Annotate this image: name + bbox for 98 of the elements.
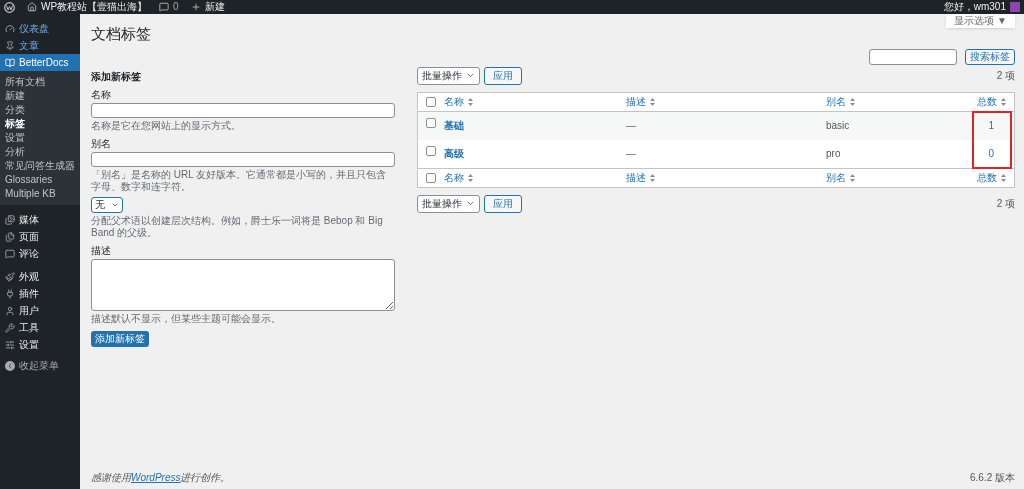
- column-header[interactable]: 别名: [826, 94, 846, 109]
- add-tag-button[interactable]: 添加新标签: [91, 330, 149, 347]
- greeting-link[interactable]: 您好，wm301: [943, 2, 1006, 12]
- checkbox[interactable]: [426, 145, 436, 156]
- comment-icon: [159, 2, 170, 12]
- tag-name-link[interactable]: 高级: [444, 147, 464, 159]
- sort-icon: [850, 97, 855, 106]
- bulk-action-select[interactable]: 批量操作: [417, 194, 480, 213]
- page-title: 文档标签: [91, 24, 152, 44]
- new-link[interactable]: 新建: [204, 2, 225, 12]
- sort-icon: [650, 173, 655, 182]
- bulk-action-select[interactable]: 批量操作: [417, 66, 480, 85]
- sidebar-item[interactable]: 仪表盘: [0, 20, 80, 37]
- plus-icon: [190, 2, 201, 12]
- description-field[interactable]: [91, 258, 395, 311]
- caret-icon: [466, 71, 475, 80]
- logo-icon[interactable]: [4, 1, 15, 13]
- submenu-item[interactable]: 分析: [0, 145, 80, 159]
- submenu-item[interactable]: 分类: [0, 103, 80, 117]
- search-button[interactable]: 搜索标签: [965, 48, 1015, 65]
- column-header[interactable]: 总数: [977, 94, 997, 109]
- sort-icon: [468, 173, 473, 182]
- wordpress-link[interactable]: WordPress: [131, 472, 181, 483]
- sidebar-item[interactable]: 媒体: [0, 211, 80, 228]
- column-header[interactable]: 名称: [444, 170, 464, 185]
- submenu-item[interactable]: Glossaries: [0, 173, 80, 187]
- sidebar-item[interactable]: BetterDocs: [0, 54, 80, 71]
- pin-icon: [5, 40, 15, 51]
- version-text: 6.6.2 版本: [969, 471, 1015, 485]
- apply-button[interactable]: 应用: [484, 66, 522, 85]
- field-hint: 描述默认不显示，但某些主题可能会显示。: [91, 312, 282, 325]
- field-label: 名称: [91, 87, 112, 102]
- count-link[interactable]: 1: [988, 117, 994, 133]
- table-cell: —: [626, 119, 636, 131]
- tag-name-link[interactable]: 基础: [444, 119, 464, 131]
- collapse-menu-link[interactable]: 收起菜单: [19, 358, 59, 373]
- field-label: 描述: [91, 243, 112, 258]
- checkbox[interactable]: [426, 172, 436, 183]
- sort-icon: [1001, 173, 1006, 182]
- highlight-box: [972, 110, 1012, 169]
- parent-select[interactable]: 无: [91, 196, 123, 213]
- footer-text: 感谢使用WordPress进行创作。: [91, 471, 231, 485]
- field-hint: 分配父术语以创建层次结构。例如，爵士乐一词将是 Bebop 和 Big Band 的父级。: [91, 214, 384, 239]
- sliders-icon: [5, 339, 15, 350]
- paintbrush-icon: [5, 271, 15, 282]
- item-count: 2 项: [996, 69, 1015, 83]
- checkbox[interactable]: [426, 96, 436, 107]
- collapse-icon: [5, 360, 15, 371]
- comment-count[interactable]: 0: [173, 2, 179, 12]
- text-field[interactable]: [91, 102, 395, 118]
- item-count: 2 项: [996, 197, 1015, 211]
- submenu-item[interactable]: 设置: [0, 131, 80, 145]
- wrench-icon: [5, 322, 15, 333]
- field-label: 别名: [91, 136, 112, 151]
- table-cell: pro: [826, 147, 841, 159]
- user-icon: [5, 305, 15, 316]
- sort-icon: [850, 173, 855, 182]
- sidebar-item[interactable]: 设置: [0, 336, 80, 353]
- submenu-item[interactable]: 新建: [0, 89, 80, 103]
- sidebar-item[interactable]: 插件: [0, 285, 80, 302]
- screen-options-button[interactable]: 显示选项 ▼: [946, 14, 1015, 28]
- sidebar-item[interactable]: 评论: [0, 245, 80, 262]
- search-field[interactable]: [869, 48, 957, 65]
- sidebar-item[interactable]: 文章: [0, 37, 80, 54]
- book-icon: [5, 57, 15, 68]
- field-hint: 名称是它在您网站上的显示方式。: [91, 119, 242, 132]
- checkbox[interactable]: [426, 117, 436, 128]
- form-heading: 添加新标签: [91, 69, 142, 84]
- images-icon: [5, 214, 15, 225]
- speech-bubble-icon: [5, 248, 15, 259]
- column-header[interactable]: 名称: [444, 94, 464, 109]
- sidebar-item[interactable]: 页面: [0, 228, 80, 245]
- column-header[interactable]: 别名: [826, 170, 846, 185]
- field-hint: 「别名」是名称的 URL 友好版本。它通常都是小写的，并且只包含字母、数字和连字符。: [91, 168, 388, 193]
- home-icon: [27, 2, 37, 12]
- submenu-item[interactable]: Multiple KB: [0, 187, 80, 201]
- plug-icon: [5, 288, 15, 299]
- sidebar-item[interactable]: 用户: [0, 302, 80, 319]
- table-cell: basic: [826, 119, 850, 131]
- text-field[interactable]: [91, 151, 395, 167]
- sidebar-item[interactable]: 外观: [0, 268, 80, 285]
- site-name-link[interactable]: WP教程站【壹猫出海】: [41, 2, 148, 12]
- gauge-icon: [5, 23, 15, 34]
- apply-button[interactable]: 应用: [484, 194, 522, 213]
- pages-icon: [5, 231, 15, 242]
- caret-icon: [466, 199, 475, 208]
- sort-icon: [1001, 97, 1006, 106]
- submenu-item[interactable]: 常见问答生成器: [0, 159, 80, 173]
- count-link[interactable]: 0: [988, 145, 994, 161]
- column-header[interactable]: 描述: [626, 170, 646, 185]
- sidebar-item[interactable]: 工具: [0, 319, 80, 336]
- table-cell: —: [626, 147, 636, 159]
- submenu-item[interactable]: 标签: [0, 117, 80, 131]
- submenu-item[interactable]: 所有文档: [0, 75, 80, 89]
- sort-icon: [650, 97, 655, 106]
- sort-icon: [468, 97, 473, 106]
- column-header[interactable]: 总数: [977, 170, 997, 185]
- column-header[interactable]: 描述: [626, 94, 646, 109]
